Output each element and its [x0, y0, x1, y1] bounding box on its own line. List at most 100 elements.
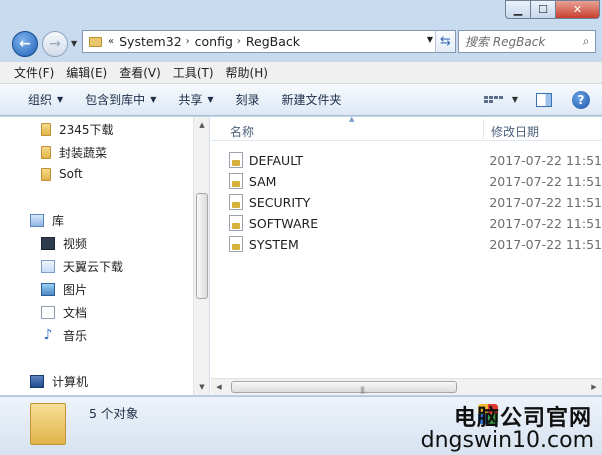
sort-indicator-icon: ▲	[349, 115, 355, 123]
file-list-hscrollbar[interactable]: ◀ ||| ▶	[211, 378, 602, 395]
file-row[interactable]: SECURITY 2017-07-22 11:51	[229, 192, 602, 212]
refresh-button[interactable]: ⇆	[435, 31, 455, 52]
tree-item-folder[interactable]: 2345下载	[41, 119, 114, 139]
tree-item-folder[interactable]: Soft	[41, 164, 83, 184]
locked-file-icon	[229, 236, 243, 252]
view-controls: ▼ ?	[483, 84, 602, 115]
tree-item-folder[interactable]: 封装蔬菜	[41, 142, 107, 162]
search-input[interactable]: 搜索 RegBack	[465, 33, 577, 50]
locked-file-icon	[229, 215, 243, 231]
file-date: 2017-07-22 11:51	[489, 236, 602, 252]
file-name: SAM	[248, 173, 277, 189]
tree-item-label: 视频	[63, 236, 88, 251]
file-name: SYSTEM	[248, 236, 299, 252]
share-button[interactable]: 共享 ▼	[178, 91, 213, 108]
tree-item-label: 计算机	[52, 374, 89, 389]
minimize-button[interactable]: ▁	[505, 0, 531, 19]
menu-tools[interactable]: 工具(T)	[173, 64, 214, 81]
scroll-up-icon[interactable]: ▲	[194, 117, 209, 133]
menu-help[interactable]: 帮助(H)	[226, 64, 268, 81]
grip-icon: |||	[360, 386, 365, 394]
tree-item-label: 天翼云下载	[63, 259, 124, 274]
file-list: ▲ 名称 修改日期 DEFAULT 2017-07-22 11:51 SAM 2…	[211, 115, 602, 395]
tree-item-documents[interactable]: 文档	[41, 302, 87, 322]
maximize-button[interactable]: ☐	[531, 0, 556, 19]
tree-item-label: Soft	[59, 167, 83, 181]
tree-item-library[interactable]: 库	[30, 210, 64, 230]
tree-item-cloud-downloads[interactable]: 天翼云下载	[41, 256, 123, 276]
help-icon[interactable]: ?	[572, 90, 590, 109]
scrollbar-thumb[interactable]: |||	[231, 381, 457, 394]
breadcrumb-regback[interactable]: RegBack	[246, 34, 300, 49]
breadcrumb-separator-icon[interactable]: ›	[186, 36, 190, 47]
menu-view[interactable]: 查看(V)	[119, 64, 161, 81]
chevron-down-icon: ▼	[57, 95, 64, 104]
tree-item-label: 库	[52, 213, 65, 228]
chevron-down-icon: ▼	[150, 95, 157, 104]
forward-button[interactable]: →	[42, 31, 68, 57]
tree-item-computer[interactable]: 计算机	[30, 371, 88, 391]
file-name: SECURITY	[248, 194, 311, 210]
column-headers: ▲ 名称 修改日期	[211, 115, 602, 141]
chevron-down-icon: ▼	[207, 95, 214, 104]
file-row[interactable]: SOFTWARE 2017-07-22 11:51	[229, 213, 602, 233]
include-in-library-button[interactable]: 包含到库中 ▼	[85, 91, 156, 108]
file-date: 2017-07-22 11:51	[489, 194, 602, 210]
locked-file-icon	[229, 194, 243, 210]
music-icon: ♪	[43, 326, 53, 343]
file-row[interactable]: SYSTEM 2017-07-22 11:51	[229, 234, 602, 254]
scroll-right-icon[interactable]: ▶	[586, 379, 602, 395]
file-row[interactable]: SAM 2017-07-22 11:51	[229, 171, 602, 191]
window-controls: ▁ ☐ ✕	[505, 0, 600, 19]
item-count: 5 个对象	[89, 406, 139, 421]
tree-item-label: 音乐	[63, 328, 88, 343]
locked-file-icon	[229, 152, 243, 168]
column-header-date[interactable]: 修改日期	[491, 123, 539, 140]
folder-icon	[41, 122, 51, 136]
address-bar[interactable]: « System32 › config › RegBack ▼ ⇆	[82, 30, 456, 53]
watermark-url: dngswin10.com	[420, 428, 594, 453]
column-header-name[interactable]: 名称	[230, 123, 254, 140]
file-date: 2017-07-22 11:51	[489, 215, 602, 231]
file-date: 2017-07-22 11:51	[489, 173, 602, 189]
nav-pane-scrollbar[interactable]: ▲ ▼	[193, 117, 209, 395]
address-dropdown-icon[interactable]: ▼	[427, 35, 433, 44]
scroll-left-icon[interactable]: ◀	[211, 379, 227, 395]
preview-pane-icon[interactable]	[536, 92, 552, 107]
scroll-down-icon[interactable]: ▼	[194, 379, 209, 395]
breadcrumb-separator-icon[interactable]: ›	[237, 36, 241, 47]
view-options-dropdown-icon[interactable]: ▼	[512, 95, 518, 104]
burn-button[interactable]: 刻录	[236, 91, 260, 108]
navigation-bar: ← → ▼ « System32 › config › RegBack ▼ ⇆ …	[8, 26, 596, 60]
search-icon[interactable]: ⌕	[577, 34, 595, 49]
locked-file-icon	[229, 173, 243, 189]
menu-edit[interactable]: 编辑(E)	[66, 64, 107, 81]
view-options-icon[interactable]	[483, 93, 506, 107]
column-divider[interactable]	[483, 119, 484, 139]
file-name: SOFTWARE	[248, 215, 319, 231]
back-button[interactable]: ←	[12, 31, 38, 57]
recent-pages-dropdown[interactable]: ▼	[71, 39, 77, 48]
content-area: 2345下载 封装蔬菜 Soft 库 视频 天翼云下载 图片 文档 ♪ 音乐 计…	[0, 115, 602, 395]
breadcrumb-config[interactable]: config	[195, 34, 233, 49]
organize-label: 组织	[28, 93, 53, 107]
organize-button[interactable]: 组织 ▼	[28, 91, 63, 108]
folder-large-icon	[30, 403, 66, 445]
library-icon	[30, 213, 44, 227]
navigation-pane: 2345下载 封装蔬菜 Soft 库 视频 天翼云下载 图片 文档 ♪ 音乐 计…	[0, 117, 210, 395]
tree-item-videos[interactable]: 视频	[41, 233, 87, 253]
search-box[interactable]: 搜索 RegBack ⌕	[458, 30, 596, 53]
overflow-chevron-icon[interactable]: «	[108, 36, 114, 47]
close-button[interactable]: ✕	[556, 0, 600, 19]
document-icon	[41, 305, 55, 319]
tree-item-music[interactable]: ♪ 音乐	[41, 325, 87, 345]
breadcrumb-system32[interactable]: System32	[119, 34, 182, 49]
menu-file[interactable]: 文件(F)	[14, 64, 54, 81]
tree-item-label: 图片	[63, 282, 88, 297]
tree-item-pictures[interactable]: 图片	[41, 279, 87, 299]
watermark: 电脑公司官网 dngswin10.com	[390, 398, 600, 455]
file-row[interactable]: DEFAULT 2017-07-22 11:51	[229, 150, 602, 170]
scrollbar-thumb[interactable]	[196, 193, 208, 299]
new-folder-button[interactable]: 新建文件夹	[282, 91, 342, 108]
cloud-icon	[41, 259, 55, 273]
